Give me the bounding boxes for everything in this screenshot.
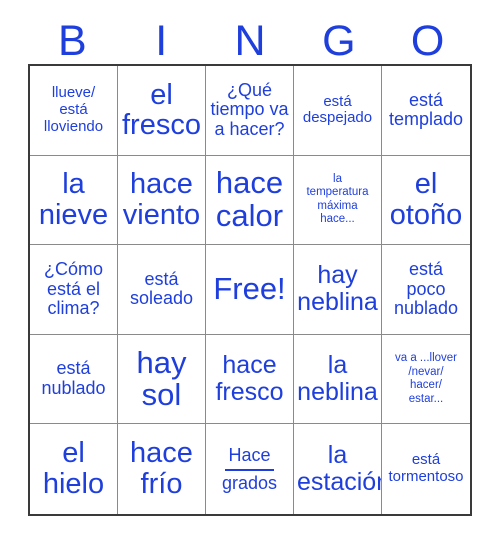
bingo-cell-text: está poco nublado	[393, 258, 459, 319]
bingo-cell[interactable]: ¿Cómo está el clima?	[30, 245, 118, 335]
bingo-cell-text: va a ...llover /nevar/ hacer/ estar...	[395, 351, 457, 405]
bingo-cell[interactable]: está despejado	[294, 66, 382, 156]
bingo-cell[interactable]: hace calor	[206, 155, 294, 246]
bingo-cell[interactable]: hace fresco	[206, 334, 294, 425]
bingo-cell-text: el hielo	[42, 437, 105, 501]
header-letter-g: G	[322, 17, 356, 65]
bingo-cell[interactable]: está templado	[382, 66, 470, 156]
bingo-cell[interactable]: hay sol	[118, 334, 206, 425]
bingo-cell-text: Hace grados	[209, 444, 290, 495]
bingo-cell-text-above: Hace	[228, 444, 271, 465]
header-letter-o: O	[410, 17, 445, 65]
fill-in-blank-line	[225, 469, 274, 472]
bingo-cell-text: la nieve	[38, 168, 109, 231]
bingo-cell[interactable]: ¿Qué tiempo va a hacer?	[206, 66, 294, 156]
header-letter-b: B	[58, 17, 87, 65]
bingo-cell[interactable]: va a ...llover /nevar/ hacer/ estar...	[382, 335, 470, 425]
bingo-cell-text: hay neblina	[297, 261, 378, 317]
bingo-cell-text: hace viento	[122, 168, 201, 231]
bingo-cell-text: hace frío	[130, 437, 193, 501]
bingo-cell-text: está soleado	[129, 268, 194, 309]
bingo-card: B I N G O llueve/ está lloviendo el fresc…	[0, 0, 500, 544]
bingo-cell-text: llueve/ está lloviendo	[43, 84, 104, 135]
bingo-cell[interactable]: llueve/ está lloviendo	[30, 66, 118, 156]
bingo-cell[interactable]: hace viento	[118, 155, 206, 246]
header-letter-n: N	[234, 17, 266, 65]
bingo-cell[interactable]: la temperatura máxima hace...	[294, 155, 382, 246]
bingo-cell[interactable]: la neblina	[294, 334, 382, 425]
bingo-cell[interactable]: hay neblina	[294, 245, 382, 335]
bingo-cell[interactable]: está soleado	[118, 245, 206, 335]
bingo-cell-text: la neblina	[297, 351, 378, 407]
bingo-cell-text: está tormentoso	[388, 451, 464, 486]
bingo-cell-text: ¿Cómo está el clima?	[43, 258, 103, 319]
bingo-cell-text: la temperatura máxima hace...	[306, 172, 369, 226]
bingo-cell-text: Free!	[213, 271, 286, 307]
bingo-cell-text: la estación	[297, 441, 382, 497]
bingo-cell[interactable]: el hielo	[30, 424, 118, 514]
bingo-cell-text: está despejado	[302, 92, 373, 127]
bingo-cell-text: hace calor	[215, 165, 284, 233]
bingo-cell[interactable]: está tormentoso	[382, 424, 470, 514]
bingo-cell-text: está nublado	[41, 358, 106, 399]
bingo-cell[interactable]: el otoño	[382, 156, 470, 246]
bingo-cell[interactable]: la estación	[294, 424, 382, 514]
bingo-cell-text-below: grados	[221, 473, 278, 494]
bingo-cell[interactable]: Free!	[206, 245, 294, 335]
bingo-cell[interactable]: está poco nublado	[382, 245, 470, 335]
bingo-cell-text: hay sol	[136, 344, 187, 413]
bingo-cell-text: está templado	[388, 89, 464, 130]
bingo-grid: llueve/ está lloviendo el fresco ¿Qué tiem…	[28, 64, 472, 516]
bingo-cell-text: el fresco	[122, 78, 201, 142]
bingo-cell[interactable]: hace frío	[118, 424, 206, 514]
bingo-cell[interactable]: el fresco	[118, 66, 206, 156]
bingo-cell[interactable]: está nublado	[30, 334, 118, 425]
bingo-cell[interactable]: Hace grados	[206, 424, 294, 514]
bingo-cell[interactable]: la nieve	[30, 155, 118, 246]
bingo-cell-text: ¿Qué tiempo va a hacer?	[210, 79, 289, 140]
bingo-cell-text: hace fresco	[215, 351, 284, 407]
header-letter-i: I	[155, 17, 168, 65]
bingo-header: B I N G O	[28, 18, 472, 64]
bingo-cell-text: el otoño	[389, 168, 463, 231]
